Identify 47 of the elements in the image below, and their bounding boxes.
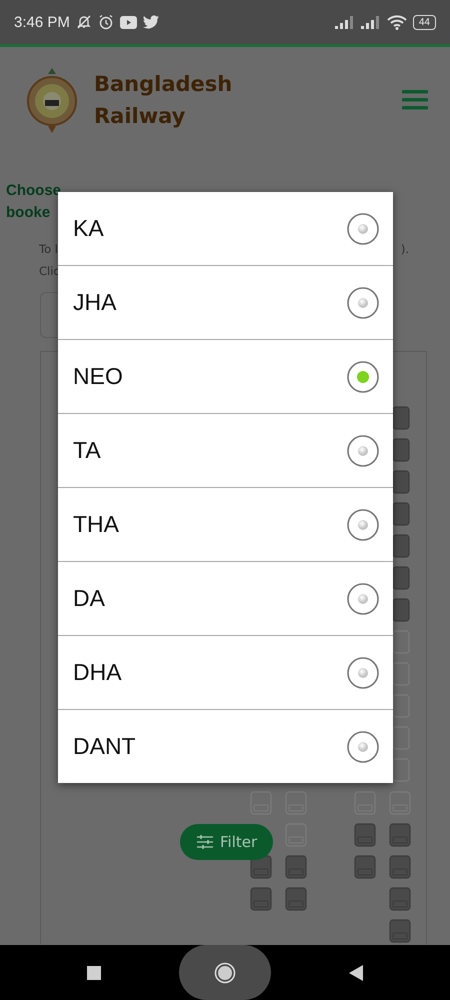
alarm-icon bbox=[98, 14, 114, 30]
sliders-icon bbox=[196, 834, 214, 850]
radio-button[interactable] bbox=[347, 656, 379, 688]
muted-bell-icon bbox=[76, 14, 92, 30]
option-item[interactable]: JHA bbox=[58, 265, 393, 339]
seat-icon[interactable] bbox=[392, 470, 410, 494]
site-title: Railway bbox=[94, 102, 186, 130]
option-item[interactable]: DA bbox=[58, 561, 393, 635]
seat-icon[interactable] bbox=[392, 694, 410, 718]
option-item[interactable]: DANT bbox=[58, 709, 393, 783]
option-item[interactable]: DHA bbox=[58, 635, 393, 709]
filter-button[interactable]: Filter bbox=[180, 824, 274, 860]
seat-icon[interactable] bbox=[392, 662, 410, 686]
seat-icon[interactable] bbox=[392, 630, 410, 654]
instruction-text: Clic bbox=[39, 263, 60, 280]
signal-icon bbox=[360, 16, 381, 28]
radio-button[interactable] bbox=[347, 286, 379, 318]
radio-button[interactable] bbox=[347, 730, 379, 762]
option-item[interactable]: NEO bbox=[58, 339, 393, 413]
recents-icon[interactable] bbox=[87, 966, 101, 980]
signal-icon bbox=[334, 16, 355, 28]
status-time: 3:46 PM bbox=[14, 14, 70, 30]
radio-button[interactable] bbox=[347, 582, 379, 614]
seat-icon[interactable] bbox=[392, 502, 410, 526]
seat-icon[interactable] bbox=[392, 726, 410, 750]
seat-icon[interactable] bbox=[392, 406, 410, 430]
site-title: Bangladesh bbox=[94, 70, 234, 98]
seat-icon[interactable] bbox=[392, 438, 410, 462]
seat-icon[interactable] bbox=[392, 598, 410, 622]
radio-button[interactable] bbox=[347, 434, 379, 466]
railway-emblem-icon bbox=[26, 66, 78, 134]
notice-text: booke bbox=[6, 203, 50, 223]
seat-icon[interactable] bbox=[392, 758, 410, 782]
battery-level: 44 bbox=[412, 14, 436, 30]
video-app-icon bbox=[120, 16, 137, 28]
wifi-icon bbox=[386, 14, 407, 30]
radio-button[interactable] bbox=[347, 508, 379, 540]
seat-icon[interactable] bbox=[392, 566, 410, 590]
home-icon bbox=[214, 962, 236, 984]
instruction-text: ). bbox=[400, 241, 409, 258]
radio-button[interactable] bbox=[347, 212, 379, 244]
option-item[interactable]: THA bbox=[58, 487, 393, 561]
back-icon[interactable] bbox=[349, 964, 363, 980]
seat-icon[interactable] bbox=[392, 534, 410, 558]
option-item[interactable]: TA bbox=[58, 413, 393, 487]
radio-button[interactable] bbox=[347, 360, 379, 392]
bird-icon bbox=[142, 15, 159, 29]
